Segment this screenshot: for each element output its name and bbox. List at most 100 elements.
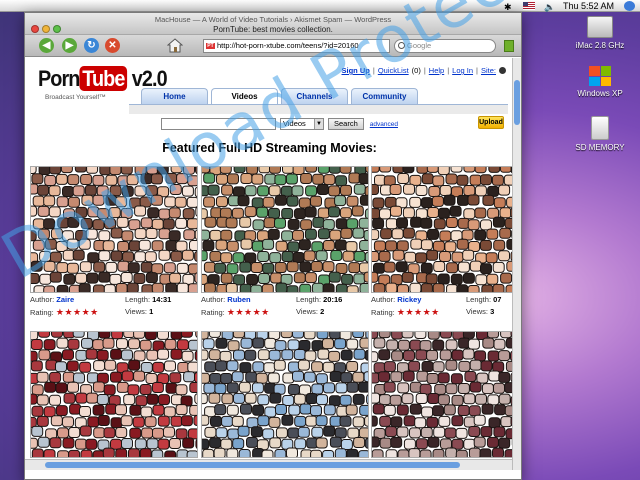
url-input[interactable]: PT http://hot-porn-xtube.com/teens/?id=2… [203, 39, 390, 53]
video-meta: Author: Zaire Length: 14:31 Rating: ★★★★★ V… [30, 295, 198, 321]
video-author: Author: Ruben [201, 295, 251, 304]
bluetooth-icon[interactable]: ✱ [504, 2, 514, 12]
video-author: Author: Rickey [371, 295, 422, 304]
tab-channels[interactable]: Channels [281, 88, 348, 104]
rating-stars[interactable]: ★★★★★ [227, 307, 270, 317]
advanced-search-link[interactable]: advanced [370, 121, 398, 128]
tab-home[interactable]: Home [141, 88, 208, 104]
globe-icon[interactable] [499, 67, 506, 74]
star-icon[interactable]: ★ [405, 307, 414, 317]
tab-community[interactable]: Community [351, 88, 418, 104]
volume-icon[interactable]: 🔈 [544, 2, 555, 12]
browser-search-placeholder: Google [407, 41, 432, 50]
upload-button[interactable]: Upload [478, 116, 504, 129]
star-icon[interactable]: ★ [244, 307, 253, 317]
video-card: Author: ZakaryLength: 11:18Rating: ★★★★★… [201, 331, 369, 470]
video-rating: Rating: ★★★★★ [30, 307, 99, 317]
forward-button[interactable]: ▶ [62, 38, 77, 53]
star-icon[interactable]: ★ [90, 307, 99, 317]
author-link[interactable]: Rickey [397, 295, 421, 304]
desktop-icon-sd-memory[interactable]: SD MEMORY [565, 116, 635, 152]
desktop-icon-windows-xp[interactable]: Windows XP [565, 66, 635, 98]
home-icon [166, 38, 184, 53]
video-thumbnail[interactable] [371, 166, 514, 293]
mac-menubar: ✱ 🔈 Thu 5:52 AM [0, 0, 640, 12]
rating-stars[interactable]: ★★★★★ [56, 307, 99, 317]
video-author: Author: Zaire [30, 295, 75, 304]
desktop-icon-imac[interactable]: iMac 2.8 GHz [565, 16, 635, 50]
quicklist-count: (0) [411, 66, 421, 75]
sd-card-icon [591, 116, 609, 140]
author-link[interactable]: Ruben [227, 295, 250, 304]
video-card: Author: Zaire Length: 14:31 Rating: ★★★★★ V… [30, 166, 198, 321]
author-link[interactable]: Zaire [56, 295, 74, 304]
spotlight-icon[interactable] [624, 1, 635, 11]
menubar-clock[interactable]: Thu 5:52 AM [563, 1, 614, 11]
quicklist-link[interactable]: QuickList [378, 66, 409, 75]
vertical-scroll-thumb[interactable] [514, 80, 520, 125]
signup-link[interactable]: Sign Up [342, 66, 370, 75]
site-nav: Home Videos Channels Community [141, 88, 418, 104]
star-icon[interactable]: ★ [235, 307, 244, 317]
help-link[interactable]: Help [429, 66, 444, 75]
site-link[interactable]: Site: [481, 66, 496, 75]
video-length: Length: 07 [466, 295, 502, 304]
star-icon[interactable]: ★ [73, 307, 82, 317]
browser-toolbar: ◀ ▶ ↻ ✕ PT http://hot-porn-xtube.com/tee… [25, 35, 521, 57]
video-card: Author: JayLength: 19Rating: ★★★★★Views:… [371, 331, 514, 470]
star-icon[interactable]: ★ [253, 307, 262, 317]
minimize-window-button[interactable] [42, 25, 50, 33]
star-icon[interactable]: ★ [82, 307, 91, 317]
horizontal-scrollbar[interactable] [25, 459, 514, 470]
close-window-button[interactable] [31, 25, 39, 33]
video-card: Author: DallinLength: 14:28Rating: ★★★★★… [30, 331, 198, 470]
desktop-icon-label: iMac 2.8 GHz [575, 41, 625, 50]
video-card: Author: Ruben Length: 20:16 Rating: ★★★★★ V… [201, 166, 369, 321]
page-title: PornTube: best movies collection. [213, 25, 333, 34]
site-favicon: PT [206, 43, 215, 49]
reload-button[interactable]: ↻ [84, 38, 99, 53]
star-icon[interactable]: ★ [64, 307, 73, 317]
window-titlebar[interactable]: MacHouse — A World of Video Tutorials › … [25, 13, 521, 35]
search-icon [398, 42, 405, 49]
star-icon[interactable]: ★ [414, 307, 423, 317]
home-button[interactable] [166, 38, 184, 53]
stop-button[interactable]: ✕ [105, 38, 120, 53]
video-length: Length: 14:31 [125, 295, 172, 304]
video-meta: Author: Ruben Length: 20:16 Rating: ★★★★★ V… [201, 295, 369, 321]
video-thumbnail[interactable] [201, 331, 369, 458]
chevron-down-icon: ▼ [314, 119, 323, 129]
window-title: MacHouse — A World of Video Tutorials › … [154, 15, 392, 24]
video-card: Author: Rickey Length: 07 Rating: ★★★★★ Vie… [371, 166, 514, 321]
site-tagline: Broadcast Yourself™ [45, 94, 106, 101]
back-button[interactable]: ◀ [39, 38, 54, 53]
video-thumbnail[interactable] [30, 331, 198, 458]
site-search-button[interactable]: Search [328, 118, 364, 130]
url-text: http://hot-porn-xtube.com/teens/?id=2016… [217, 41, 359, 50]
video-thumbnail[interactable] [201, 166, 369, 293]
zoom-window-button[interactable] [53, 25, 61, 33]
video-views: Views: 1 [125, 307, 154, 316]
vertical-scrollbar[interactable] [512, 58, 521, 470]
web-page: Porn Tube v2.0 Broadcast Yourself™ Sign U… [25, 58, 514, 470]
video-thumbnail[interactable] [30, 166, 198, 293]
star-icon[interactable]: ★ [261, 307, 270, 317]
browser-search-input[interactable]: Google [394, 39, 496, 53]
search-category-value: Videos [283, 119, 306, 128]
video-views: Views: 2 [296, 307, 325, 316]
rating-stars[interactable]: ★★★★★ [397, 307, 440, 317]
site-search-input[interactable] [161, 118, 276, 130]
desktop-icon-label: Windows XP [577, 89, 623, 98]
video-thumbnail[interactable] [371, 331, 514, 458]
us-flag-icon[interactable] [522, 1, 535, 10]
star-icon[interactable]: ★ [423, 307, 432, 317]
tab-videos[interactable]: Videos [211, 88, 278, 104]
browser-window: MacHouse — A World of Video Tutorials › … [24, 12, 522, 480]
video-views: Views: 3 [466, 307, 495, 316]
bookmark-icon[interactable] [504, 40, 514, 52]
search-category-select[interactable]: Videos ▼ [280, 118, 324, 130]
nav-underline [129, 104, 508, 114]
star-icon[interactable]: ★ [431, 307, 440, 317]
login-link[interactable]: Log In [452, 66, 473, 75]
horizontal-scroll-thumb[interactable] [45, 462, 460, 468]
